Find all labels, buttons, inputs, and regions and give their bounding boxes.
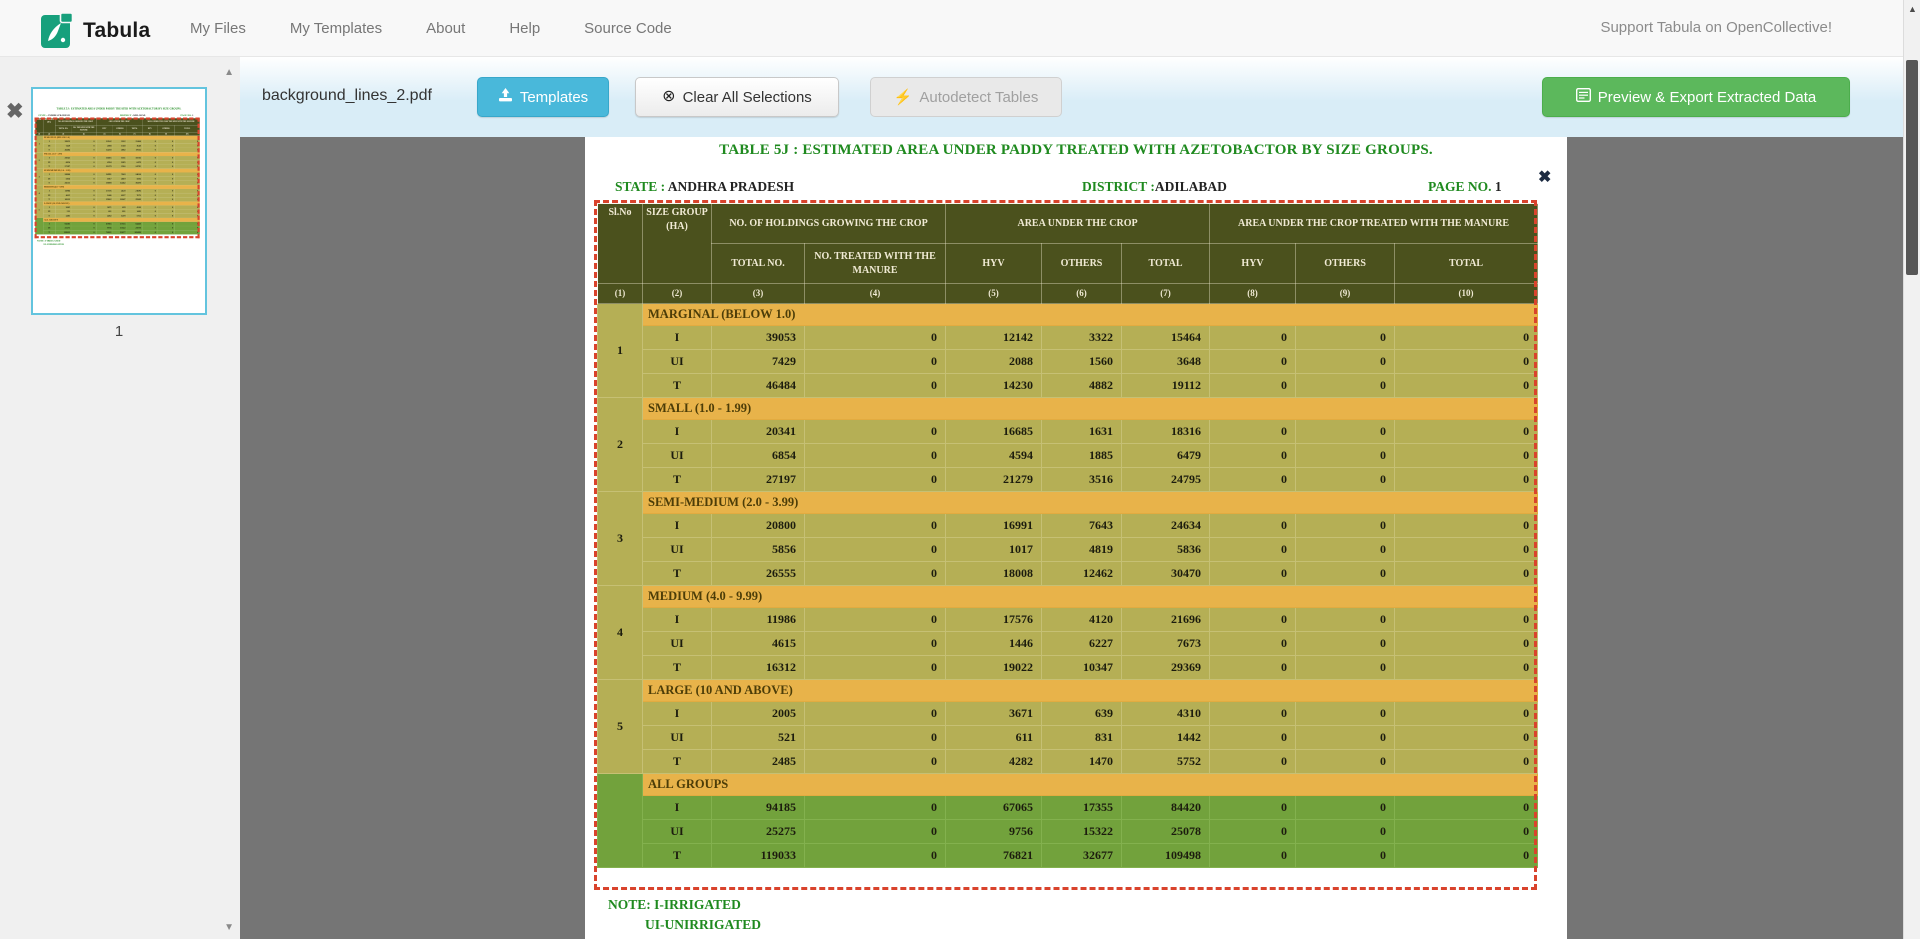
thumbnail-page: TABLE 5J : ESTIMATED AREA UNDER PADDY TR… xyxy=(33,89,205,313)
clear-selections-button[interactable]: ⊗ Clear All Selections xyxy=(635,77,839,117)
doc-title: TABLE 5J : ESTIMATED AREA UNDER PADDY TR… xyxy=(33,107,205,110)
filename-label: background_lines_2.pdf xyxy=(262,87,432,105)
autodetect-tables-button[interactable]: ⚡ Autodetect Tables xyxy=(870,77,1062,117)
window-scrollbar[interactable]: ▲ xyxy=(1903,0,1920,939)
scrollbar-up-arrow-icon[interactable]: ▲ xyxy=(1904,4,1920,14)
doc-note: NOTE: I-IRRIGATED UI-UNIRRIGATED xyxy=(608,895,761,934)
note-line: UI-UNIRRIGATED xyxy=(645,915,761,935)
nav-source-code[interactable]: Source Code xyxy=(584,20,672,37)
district-field: DISTRICT :ADILABAD xyxy=(1082,179,1227,195)
support-link[interactable]: Support Tabula on OpenCollective! xyxy=(1600,19,1832,36)
main-nav: My Files My Templates About Help Source … xyxy=(190,0,672,57)
page-thumbnail-sidebar: ✖ TABLE 5J : ESTIMATED AREA UNDER PADDY … xyxy=(0,57,240,939)
toolbar: background_lines_2.pdf Templates ⊗ Clear… xyxy=(240,57,1920,137)
nav-help[interactable]: Help xyxy=(509,20,540,37)
sidebar-scroll-up-icon[interactable]: ▲ xyxy=(224,67,234,78)
selection-box xyxy=(35,118,200,239)
table-list-icon xyxy=(1576,88,1591,106)
preview-export-button[interactable]: Preview & Export Extracted Data xyxy=(1542,77,1850,117)
tabula-logo-icon xyxy=(40,7,74,54)
state-field: STATE : ANDHRA PRADESH xyxy=(615,179,794,195)
lightning-bolt-icon: ⚡ xyxy=(894,90,913,105)
nav-my-templates[interactable]: My Templates xyxy=(290,20,382,37)
tabula-app: Tabula My Files My Templates About Help … xyxy=(0,0,1920,939)
page-thumbnail[interactable]: TABLE 5J : ESTIMATED AREA UNDER PADDY TR… xyxy=(31,87,207,315)
brand-title: Tabula xyxy=(83,19,150,43)
doc-note: NOTE: I-IRRIGATED UI-UNIRRIGATED xyxy=(37,239,64,246)
selection-box[interactable] xyxy=(594,200,1537,890)
template-save-icon xyxy=(498,88,513,106)
note-line: NOTE: I-IRRIGATED xyxy=(608,895,761,915)
brand-link[interactable]: Tabula xyxy=(40,7,150,54)
templates-button[interactable]: Templates xyxy=(477,77,609,117)
top-navbar: Tabula My Files My Templates About Help … xyxy=(0,0,1920,57)
pdf-workspace: TABLE 5J : ESTIMATED AREA UNDER PADDY TR… xyxy=(240,137,1920,939)
doc-meta: STATE : ANDHRA PRADESH DISTRICT :ADILABA… xyxy=(33,114,205,117)
selection-close-icon[interactable]: ✖ xyxy=(1538,170,1551,186)
remove-page-icon[interactable]: ✖ xyxy=(6,99,24,124)
doc-meta: STATE : ANDHRA PRADESH DISTRICT :ADILABA… xyxy=(585,179,1567,197)
nav-my-files[interactable]: My Files xyxy=(190,20,246,37)
pdf-page[interactable]: TABLE 5J : ESTIMATED AREA UNDER PADDY TR… xyxy=(585,137,1567,939)
sidebar-scroll-down-icon[interactable]: ▼ xyxy=(224,922,234,933)
page-no-field: PAGE NO. 1 xyxy=(1428,179,1502,195)
nav-about[interactable]: About xyxy=(426,20,465,37)
page-number-label: 1 xyxy=(31,323,207,340)
doc-title: TABLE 5J : ESTIMATED AREA UNDER PADDY TR… xyxy=(585,142,1567,159)
thumbnail-scaler: TABLE 5J : ESTIMATED AREA UNDER PADDY TR… xyxy=(33,89,205,313)
scrollbar-thumb[interactable] xyxy=(1906,60,1918,275)
circle-x-icon: ⊗ xyxy=(662,89,675,105)
